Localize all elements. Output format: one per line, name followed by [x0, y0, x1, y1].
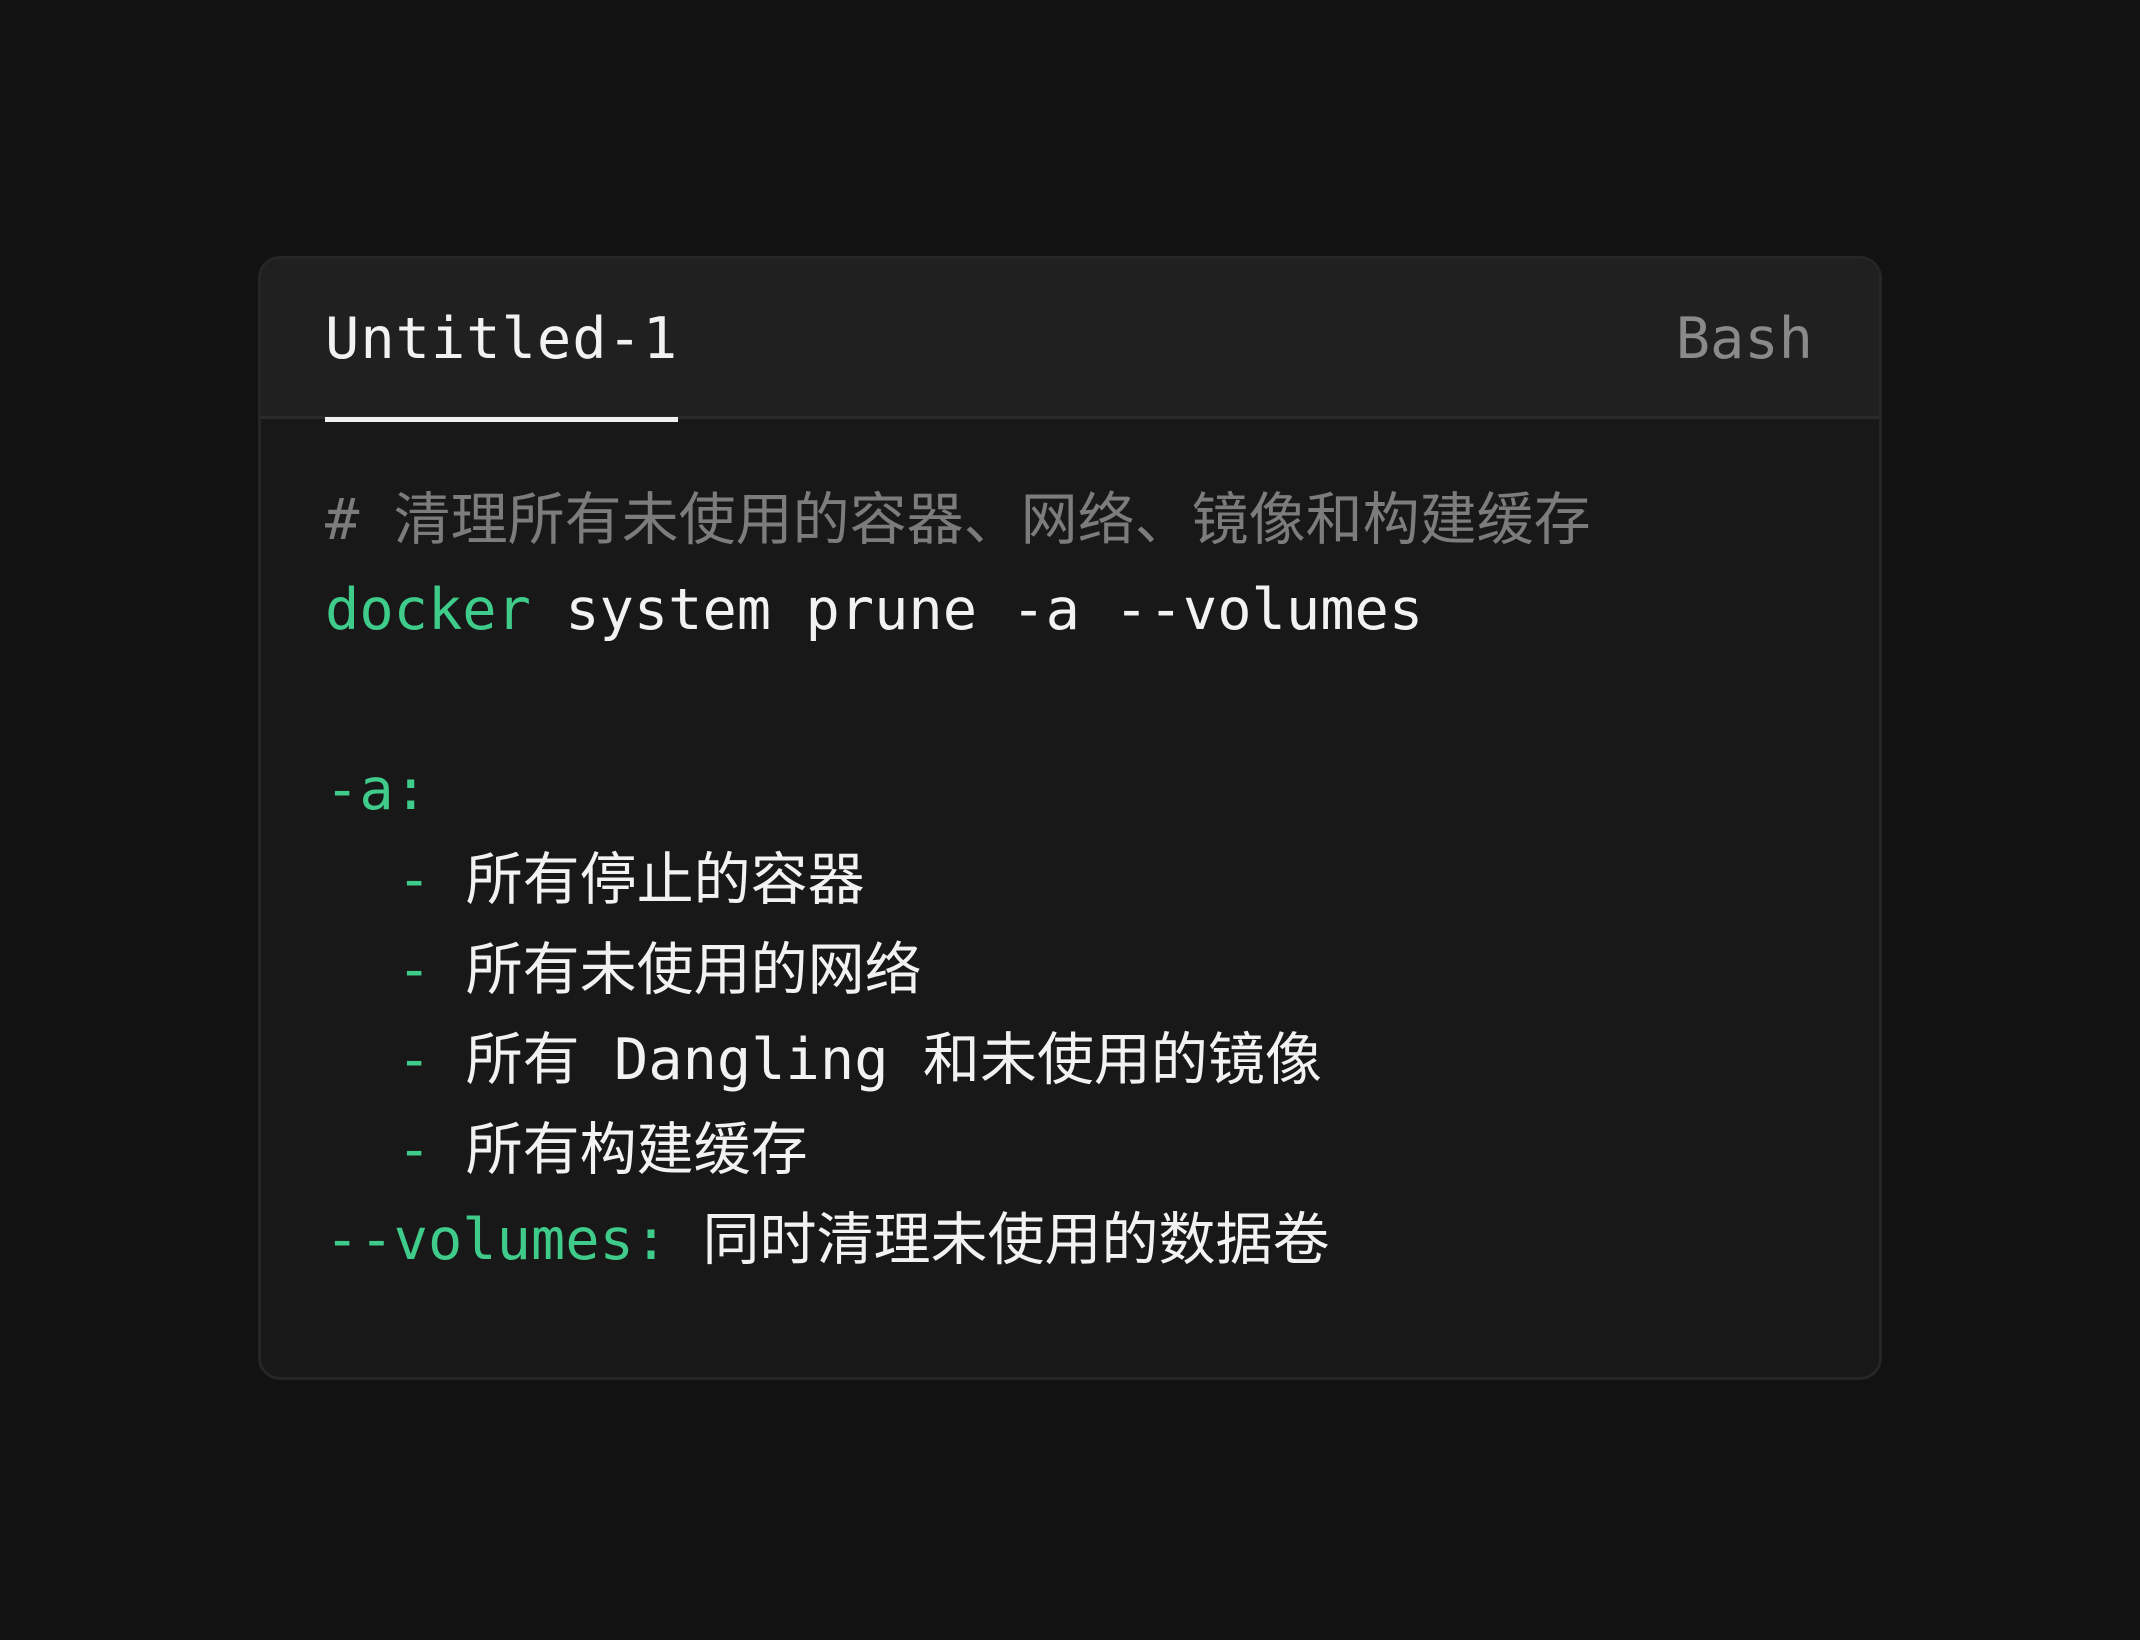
list-item-text: 所有未使用的网络	[465, 937, 922, 1003]
language-label[interactable]: Bash	[1676, 259, 1813, 419]
bullet-dash: -	[397, 1027, 432, 1093]
list-item: - 所有未使用的网络	[325, 925, 1839, 1015]
list-item-text: 所有停止的容器	[465, 847, 865, 913]
code-editor-window: Untitled-1 Bash # 清理所有未使用的容器、网络、镜像和构建缓存 …	[258, 256, 1882, 1380]
option-volumes-flag: --volumes:	[325, 1207, 669, 1273]
list-item: - 所有构建缓存	[325, 1105, 1839, 1195]
list-item-text: 所有构建缓存	[465, 1117, 808, 1183]
list-item: - 所有停止的容器	[325, 835, 1839, 925]
bullet-dash: -	[397, 1117, 432, 1183]
option-a-flag: -a:	[325, 757, 428, 823]
code-command-line: docker system prune -a --volumes	[325, 565, 1839, 655]
option-volumes-description: 同时清理未使用的数据卷	[668, 1207, 1330, 1273]
code-area[interactable]: # 清理所有未使用的容器、网络、镜像和构建缓存 docker system pr…	[325, 475, 1839, 1285]
bullet-dash: -	[397, 937, 432, 1003]
code-comment-line: # 清理所有未使用的容器、网络、镜像和构建缓存	[325, 487, 1591, 553]
bullet-dash: -	[397, 847, 432, 913]
editor-titlebar: Untitled-1 Bash	[261, 259, 1879, 422]
tab-label: Untitled-1	[325, 306, 679, 372]
command-arguments: system prune -a --volumes	[530, 577, 1424, 643]
command-keyword: docker	[325, 577, 531, 643]
list-item: - 所有 Dangling 和未使用的镜像	[325, 1015, 1839, 1105]
option-volumes-line: --volumes: 同时清理未使用的数据卷	[325, 1195, 1839, 1285]
list-item-text: 所有 Dangling 和未使用的镜像	[465, 1027, 1322, 1093]
active-tab-indicator	[325, 417, 679, 422]
tab-untitled-1[interactable]: Untitled-1	[325, 259, 679, 422]
